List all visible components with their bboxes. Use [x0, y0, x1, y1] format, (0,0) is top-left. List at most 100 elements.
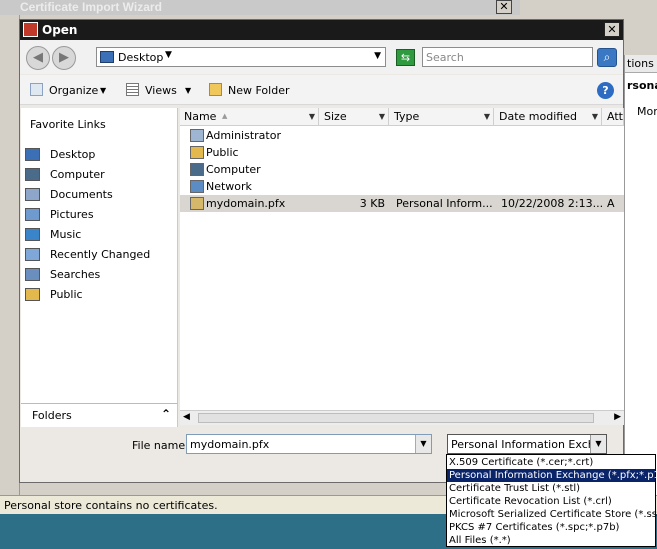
- file-date-cell: 10/22/2008 2:13...: [501, 197, 604, 210]
- dialog-close-button[interactable]: ✕: [604, 22, 620, 37]
- breadcrumb-arrow-icon[interactable]: ▼: [165, 50, 172, 60]
- sidebar-item-label: Public: [50, 288, 83, 301]
- file-type-option[interactable]: Personal Information Exchange (*.pfx;*.p…: [447, 469, 657, 482]
- folders-label: Folders: [32, 409, 72, 422]
- column-header-row: Name ▲ ▼ Size ▼ Type ▼ Date modified ▼ A…: [180, 108, 624, 126]
- sidebar-item-label: Computer: [50, 168, 105, 181]
- file-name-cell: Network: [206, 180, 252, 193]
- folders-toggle[interactable]: Folders ⌃: [21, 403, 178, 427]
- pictures-icon: [25, 208, 40, 221]
- organize-button[interactable]: Organize: [49, 84, 98, 97]
- scroll-left-icon[interactable]: ◀: [183, 412, 190, 422]
- file-list: Name ▲ ▼ Size ▼ Type ▼ Date modified ▼ A…: [180, 108, 624, 410]
- file-name-cell: Computer: [206, 163, 261, 176]
- documents-icon: [25, 188, 40, 201]
- column-size[interactable]: Size ▼: [320, 108, 389, 126]
- file-name-cell: Administrator: [206, 129, 281, 142]
- horizontal-scrollbar[interactable]: ◀ ▶: [180, 410, 624, 425]
- file-name-value: mydomain.pfx: [190, 438, 270, 451]
- search-icon[interactable]: ⌕: [597, 48, 617, 67]
- organize-icon: [30, 83, 43, 96]
- computer-icon: [190, 163, 204, 176]
- new-folder-icon: [209, 83, 222, 96]
- certificate-file-icon: [190, 197, 204, 210]
- open-dialog: Open ✕ ◀ ▶ Desktop ▼ ▼ ⇆ Search ⌕ Organi…: [19, 19, 624, 483]
- views-icon: [126, 83, 139, 96]
- column-date-modified[interactable]: Date modified ▼: [495, 108, 602, 126]
- sort-ascending-icon: ▲: [222, 112, 228, 120]
- file-type-option[interactable]: PKCS #7 Certificates (*.spc;*.p7b): [447, 521, 655, 534]
- music-icon: [25, 228, 40, 241]
- file-type-option[interactable]: All Files (*.*): [447, 534, 655, 547]
- sidebar-item-label: Desktop: [50, 148, 96, 161]
- sidebar-item-music[interactable]: Music: [25, 226, 175, 244]
- file-type-option[interactable]: Certificate Trust List (*.stl): [447, 482, 655, 495]
- table-row[interactable]: Public: [180, 144, 624, 161]
- column-name[interactable]: Name ▲ ▼: [180, 108, 319, 126]
- toolbar: Organize ▼ Views ▼ New Folder ?: [20, 75, 623, 105]
- sidebar-item-public[interactable]: Public: [25, 286, 175, 304]
- back-button[interactable]: ◀: [26, 46, 50, 70]
- organize-dropdown-icon[interactable]: ▼: [100, 86, 106, 95]
- file-size-cell: 3 KB: [359, 197, 385, 210]
- sidebar-item-label: Music: [50, 228, 82, 241]
- column-attributes[interactable]: Attr: [603, 108, 624, 126]
- background-window-title: Certificate Import Wizard: [20, 0, 162, 14]
- sidebar-item-recently-changed[interactable]: Recently Changed: [25, 246, 175, 264]
- help-icon[interactable]: ?: [597, 82, 614, 99]
- desktop-icon: [25, 148, 40, 161]
- dialog-app-icon: [23, 22, 38, 37]
- address-bar[interactable]: Desktop ▼ ▼: [96, 47, 386, 67]
- table-row[interactable]: mydomain.pfx 3 KB Personal Inform... 10/22/…: [180, 195, 624, 212]
- file-name-cell: mydomain.pfx: [206, 197, 286, 210]
- table-row[interactable]: Network: [180, 178, 624, 195]
- views-dropdown-icon[interactable]: ▼: [185, 86, 191, 95]
- address-dropdown-icon[interactable]: ▼: [374, 51, 381, 61]
- file-attr-cell: A: [607, 197, 615, 210]
- file-name-cell: Public: [206, 146, 239, 159]
- sidebar-item-desktop[interactable]: Desktop: [25, 146, 175, 164]
- refresh-button[interactable]: ⇆: [396, 49, 415, 66]
- dialog-title: Open: [42, 23, 78, 37]
- sidebar-item-searches[interactable]: Searches: [25, 266, 175, 284]
- searches-icon: [25, 268, 40, 281]
- user-folder-icon: [190, 129, 204, 142]
- file-name-input[interactable]: mydomain.pfx ▼: [186, 434, 432, 454]
- file-type-option[interactable]: Certificate Revocation List (*.crl): [447, 495, 655, 508]
- column-type[interactable]: Type ▼: [390, 108, 494, 126]
- scrollbar-thumb[interactable]: [198, 413, 594, 423]
- actions-more-link[interactable]: More: [637, 105, 657, 118]
- sidebar-item-pictures[interactable]: Pictures: [25, 206, 175, 224]
- column-filter-icon[interactable]: ▼: [379, 108, 385, 125]
- file-type-select[interactable]: Personal Information Exchang ▼: [447, 434, 607, 454]
- forward-button[interactable]: ▶: [52, 46, 76, 70]
- sidebar-item-documents[interactable]: Documents: [25, 186, 175, 204]
- folder-icon: [25, 288, 40, 301]
- table-row[interactable]: Administrator: [180, 127, 624, 144]
- computer-icon: [25, 168, 40, 181]
- folder-icon: [190, 146, 204, 159]
- file-type-option[interactable]: X.509 Certificate (*.cer;*.crt): [447, 456, 655, 469]
- scroll-right-icon[interactable]: ▶: [614, 412, 621, 422]
- background-close-button[interactable]: ✕: [496, 0, 512, 14]
- file-type-value: Personal Information Exchang: [451, 438, 607, 451]
- column-filter-icon[interactable]: ▼: [592, 108, 598, 125]
- actions-pane-header: tions: [625, 55, 657, 73]
- views-button[interactable]: Views: [145, 84, 177, 97]
- file-type-dropdown-icon[interactable]: ▼: [590, 435, 606, 453]
- column-filter-icon[interactable]: ▼: [484, 108, 490, 125]
- file-type-option[interactable]: Microsoft Serialized Certificate Store (…: [447, 508, 657, 521]
- chevron-up-icon[interactable]: ⌃: [161, 407, 171, 421]
- file-type-options-list: X.509 Certificate (*.cer;*.crt) Personal …: [446, 454, 657, 547]
- network-icon: [190, 180, 204, 193]
- search-input[interactable]: Search: [422, 47, 593, 67]
- column-filter-icon[interactable]: ▼: [309, 108, 315, 125]
- sidebar-item-computer[interactable]: Computer: [25, 166, 175, 184]
- address-location: Desktop: [118, 51, 164, 64]
- favorite-links-pane: Favorite Links Desktop Computer Documents P…: [21, 108, 178, 403]
- sidebar-item-label: Recently Changed: [50, 248, 151, 261]
- file-name-label: File name:: [132, 439, 189, 452]
- new-folder-button[interactable]: New Folder: [228, 84, 289, 97]
- table-row[interactable]: Computer: [180, 161, 624, 178]
- file-name-dropdown-icon[interactable]: ▼: [415, 435, 431, 453]
